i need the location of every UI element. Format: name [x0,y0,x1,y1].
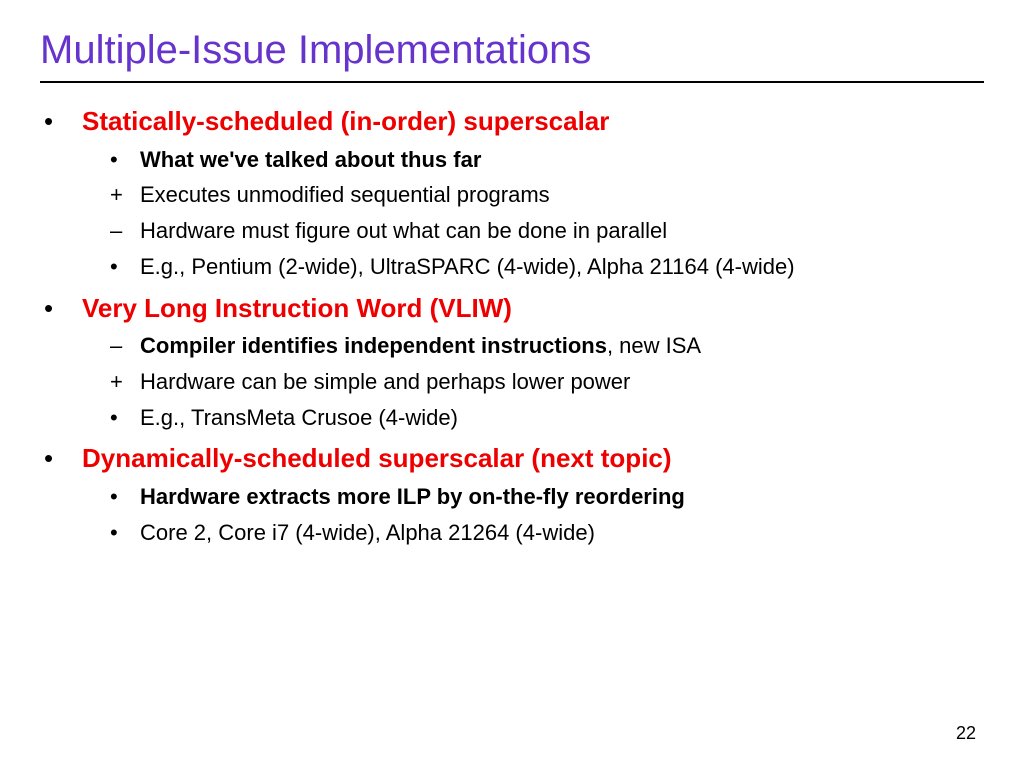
bullet-icon: • [110,145,140,175]
list-item: + Hardware can be simple and perhaps low… [110,367,984,397]
bullet-icon: • [44,292,82,326]
section-heading-2: • Very Long Instruction Word (VLIW) [44,292,984,326]
item-text: Compiler identifies independent instruct… [140,331,701,361]
slide-content: • Statically-scheduled (in-order) supers… [40,105,984,548]
minus-icon: – [110,331,140,361]
heading-text: Very Long Instruction Word (VLIW) [82,292,512,326]
item-text: Executes unmodified sequential programs [140,180,550,210]
section-3-items: • Hardware extracts more ILP by on-the-f… [110,482,984,547]
bullet-icon: • [110,482,140,512]
minus-icon: – [110,216,140,246]
plus-icon: + [110,367,140,397]
item-text: Hardware extracts more ILP by on-the-fly… [140,482,685,512]
heading-text: Dynamically-scheduled superscalar (next … [82,442,672,476]
list-item: • What we've talked about thus far [110,145,984,175]
section-1-items: • What we've talked about thus far + Exe… [110,145,984,282]
section-heading-1: • Statically-scheduled (in-order) supers… [44,105,984,139]
list-item: + Executes unmodified sequential program… [110,180,984,210]
list-item: – Compiler identifies independent instru… [110,331,984,361]
item-text: What we've talked about thus far [140,145,481,175]
item-text: E.g., TransMeta Crusoe (4-wide) [140,403,458,433]
list-item: • E.g., TransMeta Crusoe (4-wide) [110,403,984,433]
slide-title: Multiple-Issue Implementations [40,28,984,73]
item-text: E.g., Pentium (2-wide), UltraSPARC (4-wi… [140,252,795,282]
plus-icon: + [110,180,140,210]
list-item: • E.g., Pentium (2-wide), UltraSPARC (4-… [110,252,984,282]
list-item: • Core 2, Core i7 (4-wide), Alpha 21264 … [110,518,984,548]
title-underline [40,81,984,83]
slide-container: Multiple-Issue Implementations • Statica… [0,0,1024,768]
item-text: Core 2, Core i7 (4-wide), Alpha 21264 (4… [140,518,595,548]
page-number: 22 [956,723,976,744]
item-text: Hardware must figure out what can be don… [140,216,667,246]
bullet-icon: • [110,518,140,548]
list-item: • Hardware extracts more ILP by on-the-f… [110,482,984,512]
heading-text: Statically-scheduled (in-order) supersca… [82,105,609,139]
bullet-icon: • [44,442,82,476]
bullet-icon: • [44,105,82,139]
bullet-icon: • [110,252,140,282]
bullet-icon: • [110,403,140,433]
section-heading-3: • Dynamically-scheduled superscalar (nex… [44,442,984,476]
section-2-items: – Compiler identifies independent instru… [110,331,984,432]
item-text: Hardware can be simple and perhaps lower… [140,367,630,397]
list-item: – Hardware must figure out what can be d… [110,216,984,246]
